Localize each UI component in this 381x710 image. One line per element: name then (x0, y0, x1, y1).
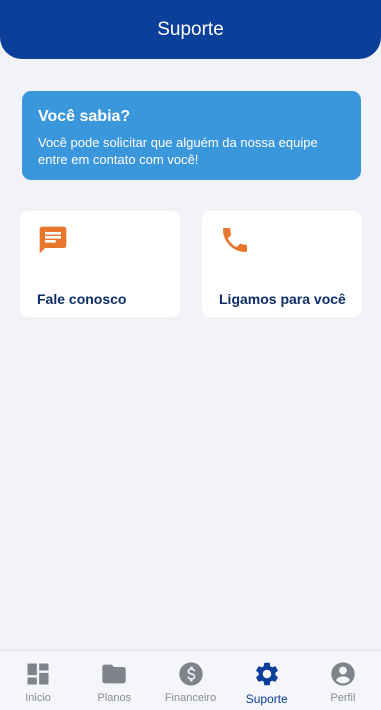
call-me-card[interactable]: Ligamos para você (202, 211, 362, 317)
folder-icon (102, 664, 126, 684)
nav-label-financeiro: Financeiro (164, 692, 217, 704)
call-me-label: Ligamos para você (219, 291, 346, 307)
nav-label-suporte: Suporte (245, 692, 288, 706)
dashboard-icon (27, 663, 49, 685)
nav-item-financeiro[interactable]: Financeiro (152, 651, 228, 710)
info-card-title: Você sabia? (38, 108, 131, 125)
app-header: Suporte (0, 0, 381, 59)
nav-label-planos: Planos (97, 692, 132, 704)
nav-item-suporte[interactable]: Suporte (229, 651, 305, 710)
gear-icon (255, 662, 278, 686)
nav-item-planos[interactable]: Planos (76, 651, 152, 710)
nav-item-perfil[interactable]: Perfil (305, 651, 381, 710)
nav-label-inicio: Inicio (25, 692, 51, 704)
nav-label-perfil: Perfil (330, 692, 356, 704)
bottom-navigation: Inicio Planos Financeiro Suporte Perfil (0, 650, 381, 710)
contact-us-label: Fale conosco (37, 291, 127, 307)
dollar-icon (178, 662, 203, 686)
nav-item-inicio[interactable]: Inicio (0, 651, 76, 710)
account-icon (331, 662, 355, 686)
contact-us-card[interactable]: Fale conosco (20, 211, 180, 317)
phone-icon (223, 228, 247, 252)
info-card: Você sabia? Você pode solicitar que algu… (22, 91, 361, 180)
info-card-text: Você pode solicitar que alguém da nossa … (38, 135, 318, 167)
chat-icon (39, 226, 67, 254)
page-title: Suporte (157, 18, 224, 40)
